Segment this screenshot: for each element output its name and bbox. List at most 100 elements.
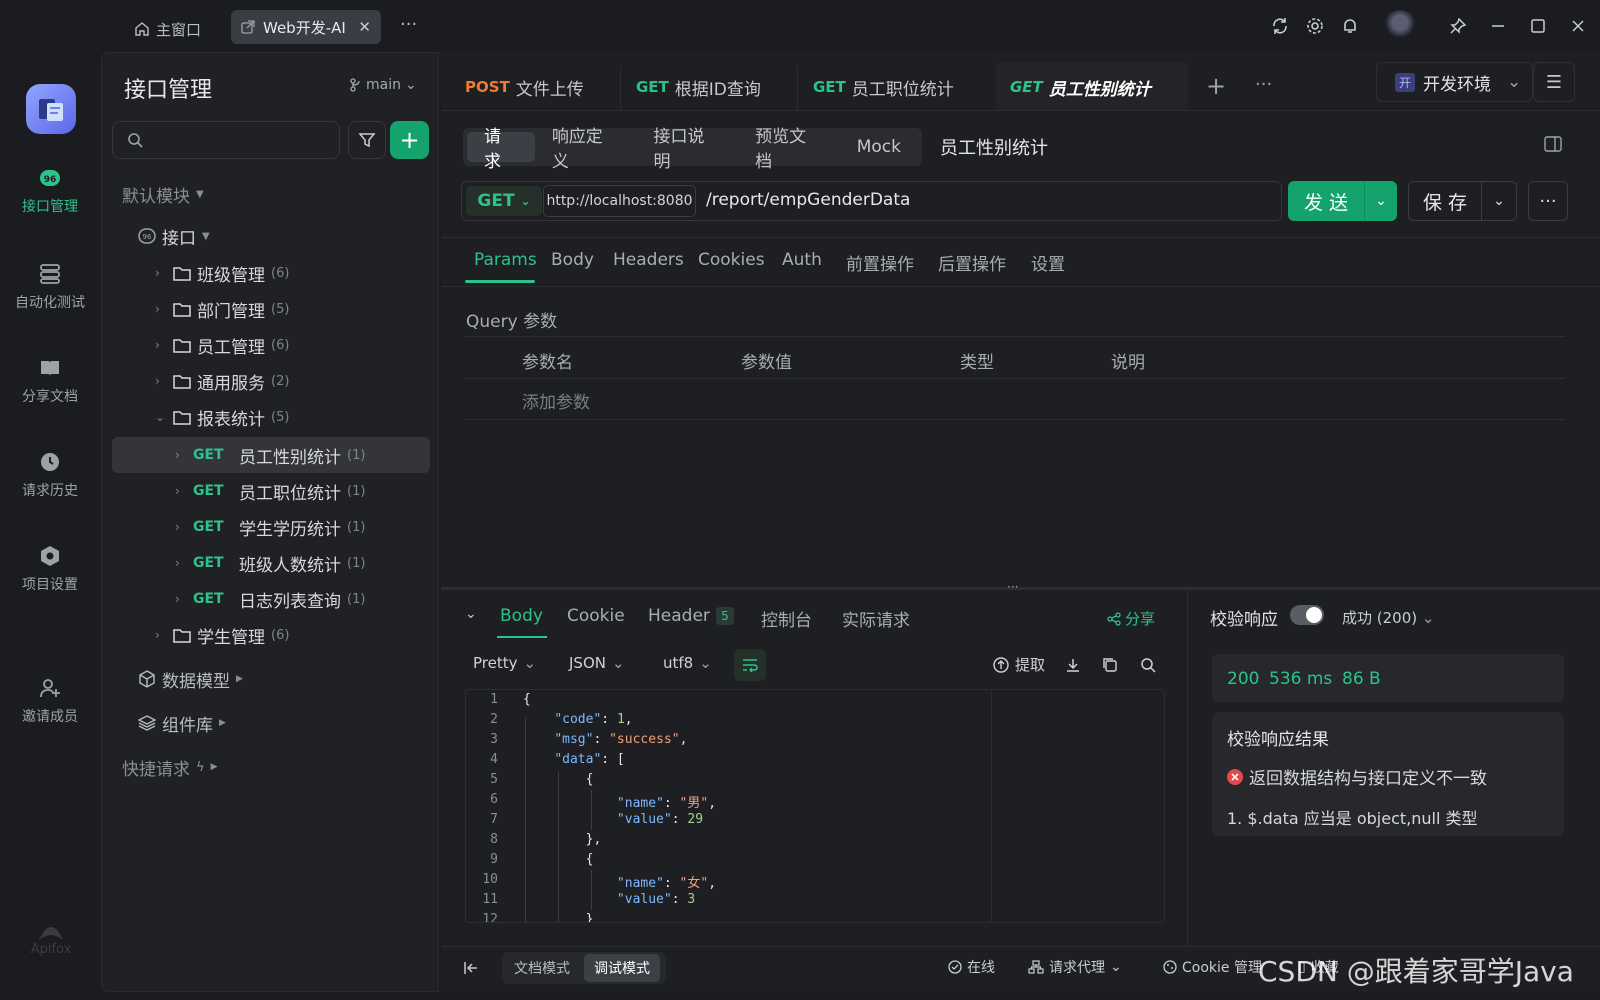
response-tab-actual-request[interactable]: 实际请求 [842, 606, 910, 631]
segment-response-definition[interactable]: 响应定义 [535, 127, 637, 172]
api-root-row[interactable]: 96 接口 ▼ [138, 220, 210, 252]
user-avatar[interactable] [1384, 10, 1416, 42]
environment-selector[interactable]: 开 开发环境 ⌄ [1376, 62, 1533, 102]
chevron-down-icon[interactable]: ⌄ [1365, 193, 1397, 209]
minimize-icon[interactable] [1488, 16, 1508, 36]
panel-splitter[interactable] [441, 587, 1600, 590]
rail-request-history[interactable]: 请求历史 [0, 450, 100, 500]
pin-icon[interactable] [1448, 16, 1468, 36]
default-module-row[interactable]: 默认模块 ▼ [122, 178, 204, 210]
chevron-down-icon[interactable]: ⌄ [1482, 193, 1516, 209]
debug-mode-button[interactable]: 调试模式 [584, 954, 660, 982]
rail-invite-member[interactable]: 邀请成员 [0, 676, 100, 726]
response-tab-body[interactable]: Body [500, 606, 543, 626]
segment-mock[interactable]: Mock [840, 132, 918, 162]
drag-handle-icon[interactable]: ··· [1007, 580, 1018, 594]
filter-button[interactable] [348, 121, 386, 159]
tab-pre-operations[interactable]: 前置操作 [846, 250, 914, 275]
rail-automation-test[interactable]: 自动化测试 [0, 262, 100, 312]
doc-tab[interactable]: GET 根据ID查询 [636, 72, 761, 102]
notification-bell-icon[interactable] [1340, 16, 1360, 36]
tab-params[interactable]: Params [474, 250, 537, 270]
rail-project-settings[interactable]: 项目设置 [0, 544, 100, 594]
more-tabs-icon[interactable]: ··· [400, 14, 417, 35]
folder-row[interactable]: › 通用服务 (2) [155, 365, 289, 397]
add-param-input[interactable]: 添加参数 [522, 388, 590, 413]
new-tab-plus-icon[interactable]: + [1206, 72, 1226, 100]
api-item[interactable]: › GET 员工性别统计 (1) [175, 439, 365, 471]
request-proxy-menu[interactable]: 请求代理 ⌄ [1028, 957, 1122, 977]
api-item[interactable]: › GET 班级人数统计 (1) [175, 547, 365, 579]
sidebar-search-input[interactable] [112, 121, 340, 159]
tab-settings[interactable]: 设置 [1031, 250, 1065, 275]
doc-tab-active[interactable]: GET 员工性别统计 [1010, 72, 1151, 102]
folder-row[interactable]: › 部门管理 (5) [155, 293, 289, 325]
branch-selector[interactable]: main ⌄ [350, 77, 417, 93]
maximize-icon[interactable] [1528, 16, 1548, 36]
segment-api-description[interactable]: 接口说明 [636, 127, 738, 172]
tab-auth[interactable]: Auth [782, 250, 822, 270]
type-select[interactable]: JSON ⌄ [569, 654, 625, 672]
save-button[interactable]: 保 存 ⌄ [1408, 181, 1517, 221]
segment-request[interactable]: 请求 [467, 127, 535, 172]
copy-icon[interactable] [1102, 657, 1118, 673]
response-body-code[interactable]: 1 2 3 4 5 6 7 8 9 10 11 12 { "code": 1, … [465, 689, 1165, 923]
segment-preview-doc[interactable]: 预览文档 [738, 127, 840, 172]
extract-button[interactable]: 提取 [993, 654, 1045, 675]
folder-row-expanded[interactable]: ⌄ 报表统计 (5) [155, 401, 289, 433]
data-model-row[interactable]: 数据模型 ▶ [138, 663, 243, 695]
encoding-select[interactable]: utf8 ⌄ [663, 654, 712, 672]
more-tabs-icon[interactable]: ··· [1255, 74, 1272, 95]
rail-share-docs[interactable]: 分享文档 [0, 356, 100, 406]
folder-row[interactable]: › 员工管理 (6) [155, 329, 289, 361]
rail-api-management[interactable]: 96 接口管理 [0, 166, 100, 216]
project-logo[interactable] [26, 84, 76, 134]
hamburger-menu-button[interactable]: ☰ [1533, 62, 1575, 102]
add-api-button[interactable]: + [390, 121, 429, 159]
response-tab-cookie[interactable]: Cookie [567, 606, 625, 626]
sidebar-toggle-icon[interactable] [1544, 136, 1562, 152]
project-tab[interactable]: Web开发-AI ✕ [231, 10, 381, 44]
collapse-sidebar-icon[interactable] [463, 961, 479, 975]
close-tab-icon[interactable]: ✕ [358, 18, 371, 36]
doc-tab[interactable]: POST 文件上传 [465, 72, 584, 102]
folder-row[interactable]: › 班级管理 (6) [155, 257, 289, 289]
close-window-icon[interactable] [1568, 16, 1588, 36]
api-item[interactable]: › GET 学生学历统计 (1) [175, 511, 365, 543]
search-icon[interactable] [1140, 657, 1156, 673]
rail-label: 请求历史 [22, 483, 78, 499]
component-lib-row[interactable]: 组件库 ▶ [138, 707, 226, 739]
tab-cookies[interactable]: Cookies [698, 250, 765, 270]
refresh-icon[interactable] [1270, 16, 1290, 36]
response-tab-header[interactable]: Header [648, 606, 710, 626]
doc-tab[interactable]: GET 员工职位统计 [813, 72, 954, 102]
home-window-tab[interactable]: 主窗口 [134, 14, 201, 44]
response-tab-console[interactable]: 控制台 [761, 606, 812, 631]
doc-mode-button[interactable]: 文档模式 [504, 954, 580, 982]
validate-response-toggle[interactable] [1290, 605, 1324, 625]
method-select[interactable]: GET ⌄ [466, 186, 542, 216]
tab-body[interactable]: Body [551, 250, 594, 270]
api-item[interactable]: › GET 日志列表查询 (1) [175, 583, 365, 615]
download-icon[interactable] [1065, 657, 1081, 673]
api-item[interactable]: › GET 员工职位统计 (1) [175, 475, 365, 507]
request-name[interactable]: 员工性别统计 [940, 134, 1048, 160]
base-url-host[interactable]: http://localhost:8080 [543, 185, 696, 217]
quick-request-row[interactable]: 快捷请求 ϟ ▶ [122, 751, 218, 783]
send-button[interactable]: 发 送 ⌄ [1288, 181, 1397, 221]
url-path-input[interactable]: /report/empGenderData [706, 190, 910, 210]
more-options-button[interactable]: ··· [1528, 181, 1568, 221]
online-status[interactable]: 在线 [948, 957, 995, 977]
tab-post-operations[interactable]: 后置操作 [938, 250, 1006, 275]
word-wrap-button[interactable] [734, 649, 766, 681]
response-status-select[interactable]: 成功 (200) ⌄ [1342, 607, 1434, 628]
tab-headers[interactable]: Headers [613, 250, 684, 270]
format-select[interactable]: Pretty ⌄ [473, 654, 536, 672]
method-tag: GET [193, 483, 224, 499]
method-tag: GET [193, 519, 224, 535]
share-button[interactable]: 分享 [1107, 608, 1155, 629]
collapse-chevron-icon[interactable]: ⌄ [465, 606, 477, 622]
folder-row[interactable]: › 学生管理 (6) [155, 619, 289, 651]
settings-gear-icon[interactable] [1305, 16, 1325, 36]
cookie-management[interactable]: Cookie 管理 [1163, 957, 1262, 977]
